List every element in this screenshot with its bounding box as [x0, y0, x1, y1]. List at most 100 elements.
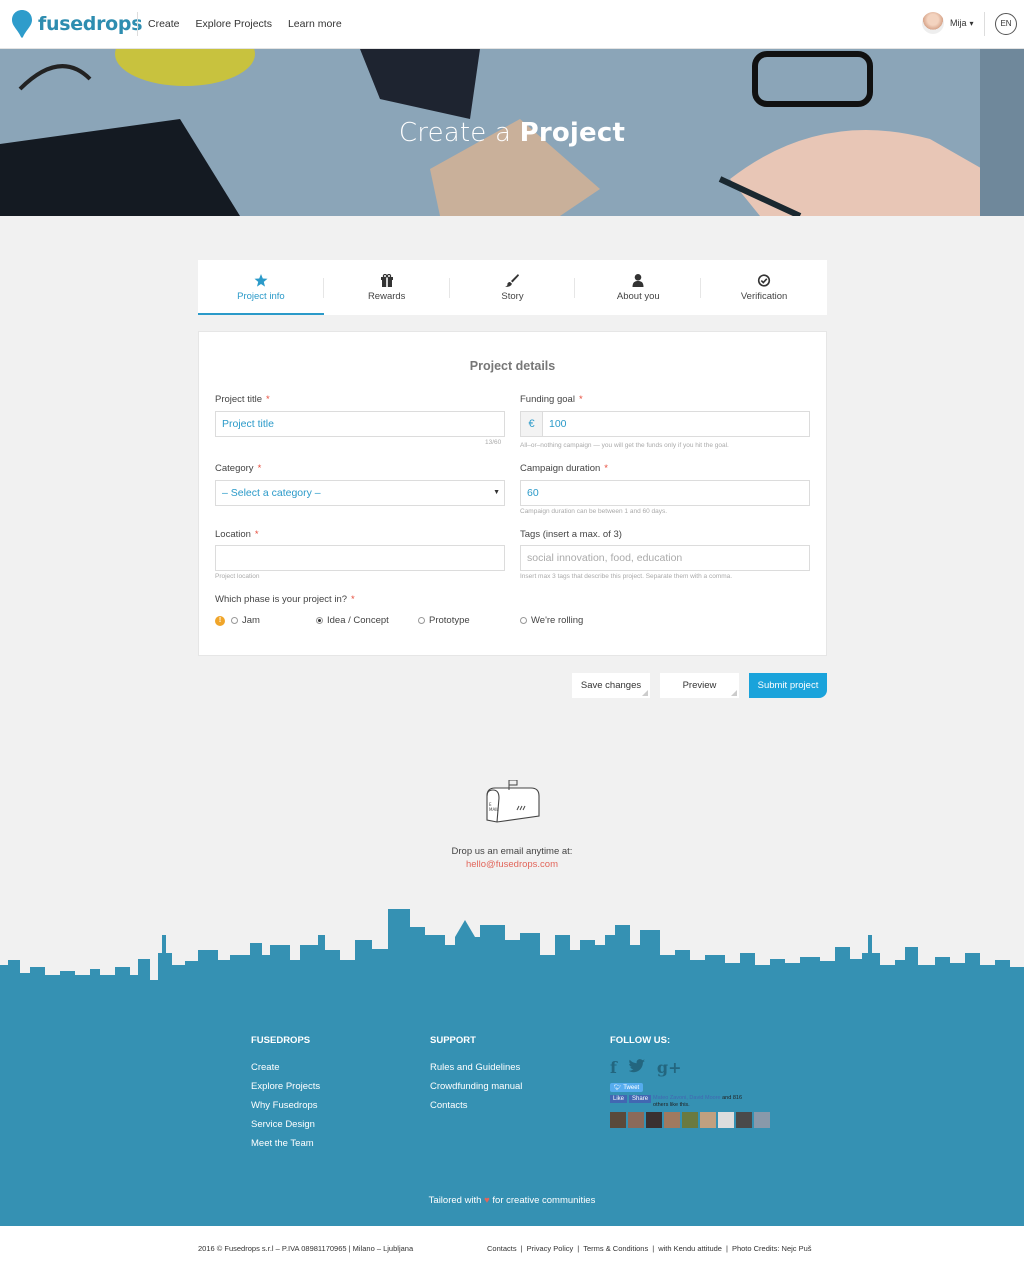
- phase-option-label: Jam: [242, 615, 260, 626]
- svg-text:MAIL: MAIL: [489, 807, 499, 812]
- footer-link-contacts[interactable]: Contacts: [430, 1096, 522, 1115]
- location-input[interactable]: [215, 545, 505, 571]
- facebook-like-button[interactable]: Like: [610, 1095, 628, 1103]
- hero-banner: Create a Project: [0, 49, 1024, 216]
- bottom-link-terms[interactable]: Terms & Conditions: [583, 1244, 648, 1253]
- contact-email-link[interactable]: hello@fusedrops.com: [0, 859, 1024, 870]
- phase-option-idea-concept[interactable]: Idea / Concept: [316, 615, 389, 626]
- separator: |: [725, 1244, 728, 1253]
- footer-link-why-fusedrops[interactable]: Why Fusedrops: [251, 1096, 320, 1115]
- radio-button[interactable]: [520, 617, 527, 624]
- tweet-button[interactable]: 🐦︎ Tweet: [610, 1083, 644, 1092]
- tailored-text-after: for creative communities: [492, 1195, 596, 1206]
- page-title-light: Create a: [398, 118, 512, 148]
- facebook-like-text: Mateo Zavoni, David Moore and 816 others…: [653, 1095, 753, 1109]
- bottom-link-contacts[interactable]: Contacts: [487, 1244, 517, 1253]
- bottom-links: Contacts | Privacy Policy | Terms & Conditio…: [487, 1244, 812, 1253]
- footer-link-create[interactable]: Create: [251, 1058, 320, 1077]
- friend-avatar[interactable]: [718, 1112, 734, 1128]
- friend-avatar[interactable]: [610, 1112, 626, 1128]
- brush-icon: [505, 274, 520, 287]
- user-icon: [632, 274, 644, 287]
- tags-input[interactable]: social innovation, food, education: [520, 545, 810, 571]
- phase-option-prototype[interactable]: Prototype: [418, 615, 470, 626]
- friend-avatar[interactable]: [700, 1112, 716, 1128]
- project-title-label-text: Project title: [215, 394, 262, 405]
- footer-column-follow: FOLLOW US: f g+ 🐦︎ Tweet Like Share Mate…: [610, 1035, 772, 1128]
- footer-link-rules-and-guidelines[interactable]: Rules and Guidelines: [430, 1058, 522, 1077]
- footer-link-service-design[interactable]: Service Design: [251, 1115, 320, 1134]
- user-menu[interactable]: Mija ▾: [922, 12, 974, 34]
- copyright: 2016 © Fusedrops s.r.l – P.IVA 089811709…: [198, 1244, 414, 1253]
- facebook-share-button[interactable]: Share: [629, 1095, 652, 1103]
- friend-avatar[interactable]: [736, 1112, 752, 1128]
- tab-rewards[interactable]: Rewards: [324, 260, 450, 315]
- footer-link-explore-projects[interactable]: Explore Projects: [251, 1077, 320, 1096]
- funding-goal-input[interactable]: € 100: [520, 411, 810, 437]
- form-title: Project details: [469, 359, 556, 373]
- funding-goal-label: Funding goal *: [520, 394, 583, 405]
- phase-label-text: Which phase is your project in?: [215, 594, 348, 605]
- friend-avatar[interactable]: [754, 1112, 770, 1128]
- friend-avatar[interactable]: [682, 1112, 698, 1128]
- facebook-friend-faces: [610, 1112, 772, 1128]
- logo-text: fusedrops: [38, 13, 143, 35]
- tab-label: Rewards: [367, 291, 406, 302]
- save-changes-button[interactable]: Save changes: [572, 673, 650, 698]
- funding-goal-help: All–or–nothing campaign — you will get t…: [520, 442, 729, 449]
- nav-learn-more[interactable]: Learn more: [288, 18, 342, 30]
- radio-button[interactable]: [418, 617, 425, 624]
- nav-explore-projects[interactable]: Explore Projects: [196, 18, 272, 30]
- google-plus-icon[interactable]: g+: [657, 1058, 682, 1077]
- required-marker: *: [254, 529, 259, 540]
- tab-label: About you: [616, 291, 660, 302]
- info-icon[interactable]: !: [215, 616, 225, 626]
- location-label: Location *: [215, 529, 259, 540]
- bottom-link-privacy-policy[interactable]: Privacy Policy: [527, 1244, 574, 1253]
- bottom-link-kendu[interactable]: with Kendu attitude: [658, 1244, 722, 1253]
- phase-option-were-rolling[interactable]: We're rolling: [520, 615, 583, 626]
- page-title: Create a Project: [0, 118, 1024, 148]
- project-title-counter: 13/60: [485, 439, 502, 446]
- tab-about-you[interactable]: About you: [575, 260, 702, 315]
- footer-column-fusedrops: FUSEDROPS Create Explore Projects Why Fu…: [251, 1035, 320, 1153]
- radio-button[interactable]: [231, 617, 238, 624]
- friend-avatar[interactable]: [646, 1112, 662, 1128]
- campaign-duration-label-text: Campaign duration: [520, 463, 601, 474]
- friend-avatar[interactable]: [628, 1112, 644, 1128]
- tab-label: Story: [501, 291, 524, 302]
- project-title-input[interactable]: Project title: [215, 411, 505, 437]
- submit-project-button[interactable]: Submit project: [749, 673, 827, 698]
- language-switcher[interactable]: EN: [995, 13, 1017, 35]
- footer-link-meet-the-team[interactable]: Meet the Team: [251, 1134, 320, 1153]
- phase-option-jam[interactable]: Jam: [231, 615, 260, 626]
- top-navbar: fusedrops Create Explore Projects Learn …: [0, 0, 1024, 49]
- friend-avatar[interactable]: [664, 1112, 680, 1128]
- radio-button-selected[interactable]: [316, 617, 323, 624]
- wizard-tabs: Project info Rewards Story About you Ver…: [198, 260, 827, 315]
- social-icons: f g+: [610, 1058, 772, 1077]
- tab-story[interactable]: Story: [450, 260, 576, 315]
- required-marker: *: [578, 394, 583, 405]
- preview-button[interactable]: Preview: [660, 673, 739, 698]
- campaign-duration-input[interactable]: 60: [520, 480, 810, 506]
- nav-create[interactable]: Create: [148, 18, 180, 30]
- footer: FUSEDROPS Create Explore Projects Why Fu…: [0, 995, 1024, 1226]
- twitter-icon[interactable]: [628, 1058, 645, 1077]
- tags-help: Insert max 3 tags that describe this pro…: [520, 573, 733, 580]
- header-divider: [137, 12, 138, 36]
- tab-project-info[interactable]: Project info: [198, 260, 324, 315]
- facebook-like-names[interactable]: Mateo Zavoni, David Moore: [653, 1095, 721, 1101]
- logo[interactable]: fusedrops: [12, 10, 143, 38]
- location-label-text: Location: [215, 529, 251, 540]
- footer-heading: FUSEDROPS: [251, 1035, 311, 1046]
- chevron-down-icon: ▾: [969, 18, 974, 28]
- required-marker: *: [604, 463, 608, 474]
- check-circle-icon: [757, 274, 771, 287]
- tab-verification[interactable]: Verification: [701, 260, 827, 315]
- facebook-icon[interactable]: f: [610, 1058, 617, 1077]
- category-select-value: – Select a category –: [222, 487, 321, 499]
- category-select[interactable]: – Select a category – ▼: [215, 480, 505, 506]
- required-marker: *: [351, 594, 355, 605]
- footer-link-crowdfunding-manual[interactable]: Crowdfunding manual: [430, 1077, 522, 1096]
